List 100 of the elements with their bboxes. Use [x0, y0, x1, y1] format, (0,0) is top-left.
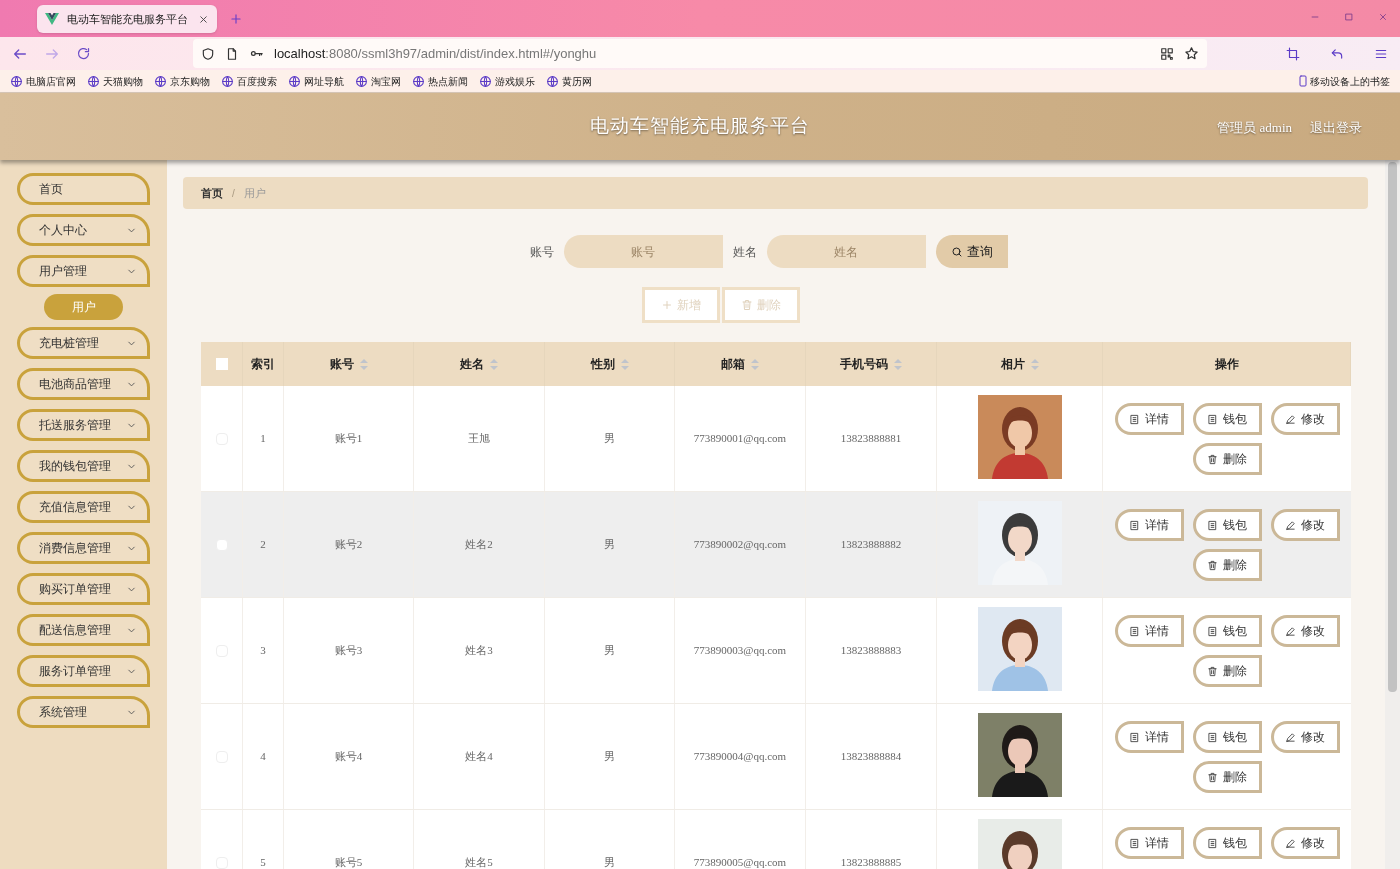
document-icon [1129, 837, 1140, 849]
reload-icon[interactable] [76, 46, 91, 61]
bookmark-link[interactable]: 淘宝网 [355, 73, 401, 89]
sidebar-menu-item[interactable]: 消费信息管理 [17, 532, 150, 564]
sort-icon[interactable] [359, 358, 368, 370]
detail-button[interactable]: 详情 [1114, 827, 1184, 859]
delete-button[interactable]: 删除 [1192, 655, 1262, 687]
search-field[interactable]: 姓名 [766, 235, 926, 268]
table-cell-text: 773890002@qq.com [693, 537, 787, 553]
sidebar-menu-item[interactable]: 购买订单管理 [17, 573, 150, 605]
sidebar-menu-item[interactable]: 我的钱包管理 [17, 450, 150, 482]
sort-icon[interactable] [751, 358, 759, 370]
table-cell-text: 姓名4 [465, 749, 493, 765]
sidebar-menu-item[interactable]: 服务订单管理 [17, 655, 150, 687]
delete-button[interactable]: 删除 [1192, 549, 1262, 581]
trash-icon [740, 299, 753, 311]
page-icon [225, 46, 239, 61]
field-label: 姓名 [732, 243, 757, 261]
wallet-button[interactable]: 钱包 [1192, 721, 1262, 753]
scrollbar-thumb[interactable] [1388, 162, 1397, 692]
wallet-button[interactable]: 钱包 [1192, 827, 1262, 859]
sort-icon[interactable] [1030, 358, 1039, 370]
table-cell-text: 账号2 [334, 537, 363, 553]
sidebar-menu-item[interactable]: 充电桩管理 [17, 327, 150, 359]
close-icon[interactable] [198, 13, 209, 25]
column-header[interactable]: 相片 [1000, 355, 1025, 373]
bookmark-link[interactable]: 黄历网 [546, 73, 592, 89]
breadcrumb-link[interactable]: 首页 [201, 184, 223, 202]
edit-button[interactable]: 修改 [1270, 721, 1340, 753]
edit-button[interactable]: 修改 [1270, 403, 1340, 435]
edit-button[interactable]: 修改 [1270, 827, 1340, 859]
bookmark-link[interactable]: 游戏娱乐 [479, 73, 535, 89]
table-cell-text: 账号3 [334, 643, 363, 659]
wallet-button[interactable]: 钱包 [1192, 403, 1262, 435]
new-tab-icon[interactable] [229, 12, 243, 26]
document-icon [1207, 837, 1218, 849]
sidebar-menu-item[interactable]: 配送信息管理 [17, 614, 150, 646]
wallet-button[interactable]: 钱包 [1192, 615, 1262, 647]
sidebar-menu-item[interactable]: 充值信息管理 [17, 491, 150, 523]
table-cell-text: 773890003@qq.com [693, 643, 787, 659]
undo-icon[interactable] [1330, 46, 1344, 61]
document-icon [1207, 413, 1218, 425]
close-icon[interactable] [1378, 12, 1388, 22]
sidebar-menu-item[interactable]: 个人中心 [17, 214, 150, 246]
table-cell-text: 1 [260, 431, 266, 447]
sidebar-menu-item[interactable]: 首页 [17, 173, 150, 205]
bookmark-link[interactable]: 网址导航 [288, 73, 344, 89]
table-cell-text: 账号5 [334, 855, 363, 869]
search-button[interactable]: 查询 [935, 235, 1008, 268]
wallet-button[interactable]: 钱包 [1192, 509, 1262, 541]
table-cell-text: 4 [260, 749, 266, 765]
table-cell-text: 13823888881 [840, 431, 902, 447]
sort-icon[interactable] [894, 358, 902, 370]
document-icon [1207, 731, 1218, 743]
sort-icon[interactable] [620, 358, 629, 370]
column-header[interactable]: 账号 [329, 355, 354, 373]
breadcrumb-separator: / [232, 186, 235, 201]
bookmark-link[interactable]: 天猫购物 [87, 73, 143, 89]
edit-button[interactable]: 修改 [1270, 509, 1340, 541]
globe-icon [479, 74, 492, 88]
globe-icon [412, 74, 425, 88]
pen-icon [1285, 837, 1296, 849]
table-cell-text: 王旭 [468, 431, 490, 447]
detail-button[interactable]: 详情 [1114, 721, 1184, 753]
trash-icon [1207, 771, 1218, 783]
delete-button[interactable]: 删除 [1192, 761, 1262, 793]
bookmark-star-icon[interactable] [1184, 46, 1199, 61]
table-cell-text: 13823888885 [840, 855, 902, 869]
browser-tab[interactable]: 电动车智能充电服务平台 [37, 5, 217, 33]
qr-code-icon[interactable] [1160, 46, 1174, 61]
search-field[interactable]: 账号 [563, 235, 723, 268]
column-header[interactable]: 邮箱 [721, 355, 745, 373]
table-cell-text: 男 [604, 855, 615, 869]
sidebar-menu-item[interactable]: 系统管理 [17, 696, 150, 728]
detail-button[interactable]: 详情 [1114, 615, 1184, 647]
maximize-icon[interactable] [1344, 12, 1354, 22]
table-cell-text: 5 [260, 855, 266, 869]
column-header[interactable]: 手机号码 [840, 355, 888, 373]
address-bar[interactable]: localhost:8080/ssml3h97/admin/dist/index.html#/yonghu [193, 39, 1207, 68]
detail-button[interactable]: 详情 [1114, 403, 1184, 435]
document-icon [1129, 413, 1140, 425]
sidebar-menu-item[interactable]: 用户管理 [17, 255, 150, 287]
table-cell-text: 13823888884 [840, 749, 902, 765]
detail-button[interactable]: 详情 [1114, 509, 1184, 541]
bookmark-link[interactable]: 京东购物 [154, 73, 210, 89]
bookmark-link[interactable]: 热点新闻 [412, 73, 468, 89]
mobile-bookmarks-link[interactable]: 移动设备上的书签 [1297, 73, 1390, 89]
delete-button[interactable]: 删除 [1192, 443, 1262, 475]
column-header[interactable]: 性别 [590, 355, 615, 373]
sort-icon[interactable] [490, 358, 498, 370]
crop-icon[interactable] [1286, 46, 1300, 61]
sidebar-menu-item[interactable]: 电池商品管理 [17, 368, 150, 400]
bookmark-link[interactable]: 百度搜索 [221, 73, 277, 89]
globe-icon [154, 74, 167, 88]
trash-icon [1207, 453, 1218, 465]
edit-button[interactable]: 修改 [1270, 615, 1340, 647]
select-all-checkbox[interactable] [215, 358, 228, 370]
column-header[interactable]: 姓名 [460, 355, 484, 373]
bookmark-link[interactable]: 电脑店官网 [10, 73, 76, 89]
sidebar-menu-item[interactable]: 托送服务管理 [17, 409, 150, 441]
